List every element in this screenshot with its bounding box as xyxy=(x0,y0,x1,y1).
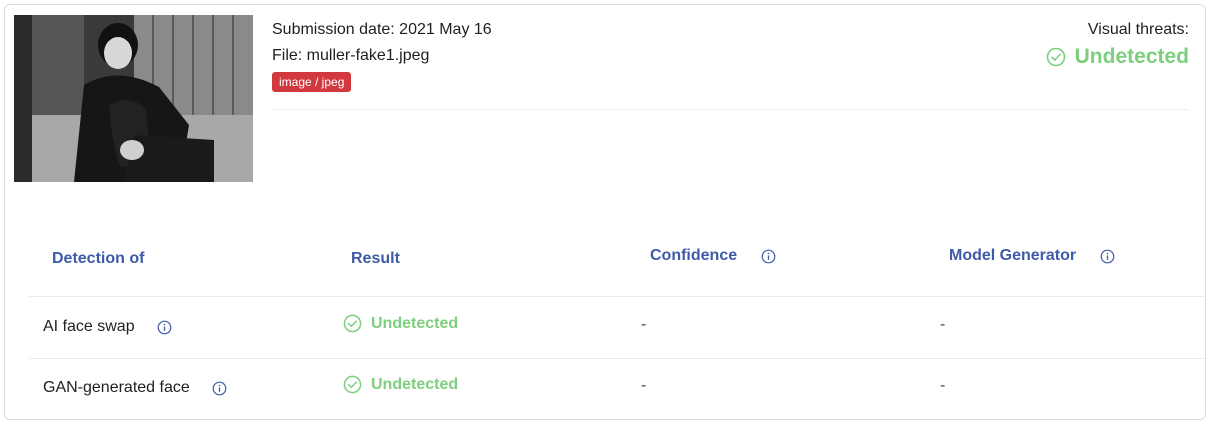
analysis-card: Submission date: 2021 May 16 File: mulle… xyxy=(4,4,1206,420)
detection-label: AI face swap xyxy=(43,318,135,335)
file-name: File: muller-fake1.jpeg xyxy=(272,47,430,64)
check-circle-icon xyxy=(343,375,362,394)
column-header-result-label: Result xyxy=(351,250,400,267)
info-icon[interactable] xyxy=(1100,249,1115,264)
column-header-detection-of-label: Detection of xyxy=(52,250,145,267)
submission-date: Submission date: 2021 May 16 xyxy=(272,21,492,38)
table-row-divider xyxy=(29,358,1205,359)
mime-type-badge: image / jpeg xyxy=(272,72,352,92)
info-icon[interactable] xyxy=(157,320,172,335)
column-header-confidence-label: Confidence xyxy=(650,247,738,264)
check-circle-icon xyxy=(1046,47,1066,67)
table-row-divider xyxy=(29,296,1205,297)
model-generator-value: - xyxy=(940,316,946,333)
visual-threats-summary: Visual threats: Undetected xyxy=(1046,17,1189,69)
submitted-image-thumbnail[interactable] xyxy=(14,15,253,182)
table-row-result: Undetected xyxy=(343,375,458,394)
table-row-detection: GAN-generated face xyxy=(43,379,227,397)
column-header-detection-of: Detection of xyxy=(52,250,144,268)
info-icon[interactable] xyxy=(212,381,227,396)
column-header-confidence: Confidence xyxy=(650,247,776,265)
result-text: Undetected xyxy=(371,314,459,332)
header-divider xyxy=(272,109,1189,110)
check-circle-icon xyxy=(343,314,362,333)
visual-threats-status: Undetected xyxy=(1046,45,1189,69)
result-text: Undetected xyxy=(371,375,459,393)
table-row-result: Undetected xyxy=(343,314,458,333)
visual-threats-status-text: Undetected xyxy=(1074,45,1189,68)
table-row-detection: AI face swap xyxy=(43,318,172,336)
visual-threats-label: Visual threats: xyxy=(1087,21,1189,38)
column-header-result: Result xyxy=(351,250,400,268)
detection-label: GAN-generated face xyxy=(43,379,190,396)
submission-meta: Submission date: 2021 May 16 File: mulle… xyxy=(272,17,492,92)
info-icon[interactable] xyxy=(761,249,776,264)
confidence-value: - xyxy=(641,377,647,394)
confidence-value: - xyxy=(641,316,647,333)
column-header-model-generator-label: Model Generator xyxy=(949,247,1077,264)
column-header-model-generator: Model Generator xyxy=(949,247,1115,265)
model-generator-value: - xyxy=(940,377,946,394)
